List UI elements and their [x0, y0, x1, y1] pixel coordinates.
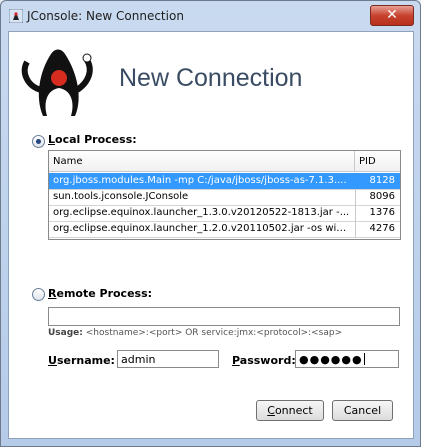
process-table[interactable]: Name PID org.jboss.modules.Main -mp C:/j…: [48, 150, 401, 240]
password-mnemonic: P: [232, 354, 240, 367]
table-row[interactable]: sun.tools.jconsole.JConsole 8096: [49, 189, 400, 206]
usage-label: Usage:: [48, 328, 83, 338]
jconsole-window: JConsole: New Connection ✕ New Connectio…: [0, 0, 421, 447]
process-pid: 8096: [369, 191, 395, 202]
connect-button[interactable]: Connect: [256, 400, 324, 421]
remote-process-label[interactable]: Remote Process:: [48, 287, 152, 300]
remote-process-input[interactable]: [48, 307, 400, 326]
local-process-label-text: ocal Process:: [55, 133, 137, 146]
java-app-icon: [9, 9, 23, 23]
process-pid: 4276: [369, 223, 395, 234]
column-header-pid[interactable]: PID: [355, 151, 400, 172]
process-name: org.jboss.modules.Main -mp C:/java/jboss…: [53, 175, 347, 186]
password-input[interactable]: ●●●●●●: [295, 350, 399, 368]
local-process-radio[interactable]: [32, 135, 45, 148]
password-mask: ●●●●●●: [299, 353, 363, 366]
process-name: sun.tools.jconsole.JConsole: [53, 191, 189, 202]
username-label-text: sername:: [56, 354, 115, 367]
process-name: org.eclipse.equinox.launcher_1.3.0.v2012…: [53, 207, 350, 218]
remote-process-radio[interactable]: [32, 288, 45, 301]
column-header-name[interactable]: Name: [49, 151, 355, 172]
banner: New Connection: [9, 32, 413, 120]
text-caret: [363, 353, 365, 365]
password-label: Password:: [232, 354, 296, 367]
close-icon: ✕: [386, 7, 398, 23]
process-pid: 8128: [369, 175, 395, 186]
table-row[interactable]: org.eclipse.equinox.launcher_1.2.0.v2011…: [49, 221, 400, 238]
process-pid: 1376: [369, 207, 395, 218]
table-row[interactable]: org.jboss.modules.Main -mp C:/java/jboss…: [49, 173, 400, 190]
username-label: Username:: [48, 354, 115, 367]
window-title: JConsole: New Connection: [27, 9, 184, 23]
connect-mnemonic: C: [267, 404, 275, 417]
username-input[interactable]: admin: [117, 350, 219, 368]
username-value: admin: [121, 353, 156, 366]
duke-mascot-icon: [21, 49, 93, 116]
usage-hint: Usage: <hostname>:<port> OR service:jmx:…: [48, 328, 342, 338]
banner-title: New Connection: [119, 64, 303, 92]
connect-label: onnect: [274, 404, 313, 417]
usage-text: <hostname>:<port> OR service:jmx:<protoc…: [85, 328, 343, 338]
table-row[interactable]: org.eclipse.equinox.launcher_1.3.0.v2012…: [49, 205, 400, 222]
process-name: org.eclipse.equinox.launcher_1.2.0.v2011…: [53, 223, 351, 234]
cancel-button[interactable]: Cancel: [332, 400, 393, 421]
dialog-content: New Connection Local Process: Name PID o…: [8, 31, 414, 439]
password-label-text: assword:: [239, 354, 296, 367]
username-mnemonic: U: [48, 354, 57, 367]
remote-process-label-text: emote Process:: [56, 287, 153, 300]
close-button[interactable]: ✕: [370, 5, 414, 26]
local-process-mnemonic: L: [48, 133, 56, 146]
local-process-label[interactable]: Local Process:: [48, 133, 137, 146]
title-bar[interactable]: JConsole: New Connection ✕: [1, 1, 420, 31]
